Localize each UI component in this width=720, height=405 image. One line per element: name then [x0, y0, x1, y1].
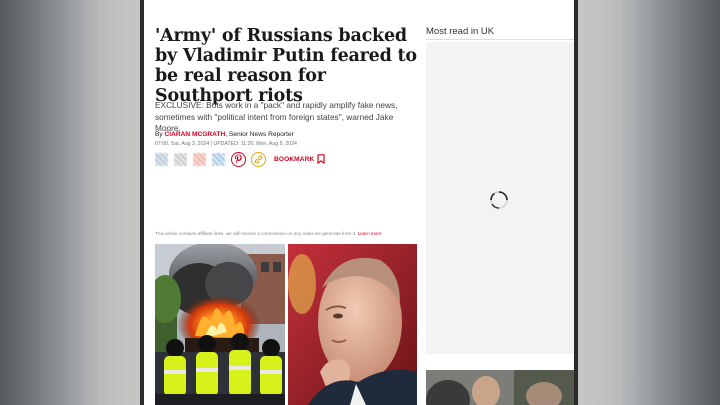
- article-headline: 'Army' of Russians backed by Vladimir Pu…: [155, 26, 417, 106]
- author-link[interactable]: CIARAN MCGRATH: [165, 131, 226, 138]
- link-icon[interactable]: [251, 151, 266, 167]
- article-page: 'Army' of Russians backed by Vladimir Pu…: [144, 0, 574, 405]
- most-read-thumbnail[interactable]: [426, 370, 574, 405]
- sidebar-ad-slot: [426, 42, 574, 354]
- byline-prefix: By: [155, 131, 163, 138]
- putin-portrait-photo: [288, 244, 417, 405]
- riot-fire-photo: [155, 244, 285, 405]
- affiliate-text: This article contains affiliate links, w…: [155, 231, 358, 236]
- x-icon[interactable]: [174, 152, 187, 166]
- author-role: , Senior News Reporter: [225, 131, 294, 138]
- affiliate-disclosure: This article contains affiliate links, w…: [155, 231, 382, 236]
- loading-spinner-icon: [490, 191, 508, 209]
- sidebar-divider: [426, 39, 574, 40]
- pinterest-icon[interactable]: [231, 151, 246, 167]
- publish-dates: 07:00, Sat, Aug 3, 2024 | UPDATED: 11:20…: [155, 141, 297, 147]
- byline: By CIARAN MCGRATH, Senior News Reporter: [155, 131, 294, 138]
- learn-more-link[interactable]: Learn more: [358, 231, 382, 236]
- bookmark-icon: [317, 154, 325, 164]
- bookmark-button[interactable]: BOOKMARK: [274, 154, 325, 164]
- facebook-icon[interactable]: [155, 152, 168, 166]
- reddit-icon[interactable]: [193, 152, 206, 166]
- share-bar: BOOKMARK: [155, 151, 325, 167]
- right-edge-shadow: [574, 0, 578, 405]
- article-standfirst: EXCLUSIVE: Bots work in a "pack" and rap…: [155, 100, 398, 133]
- bookmark-label: BOOKMARK: [274, 155, 315, 163]
- email-icon[interactable]: [212, 152, 225, 166]
- most-read-title: Most read in UK: [426, 26, 495, 37]
